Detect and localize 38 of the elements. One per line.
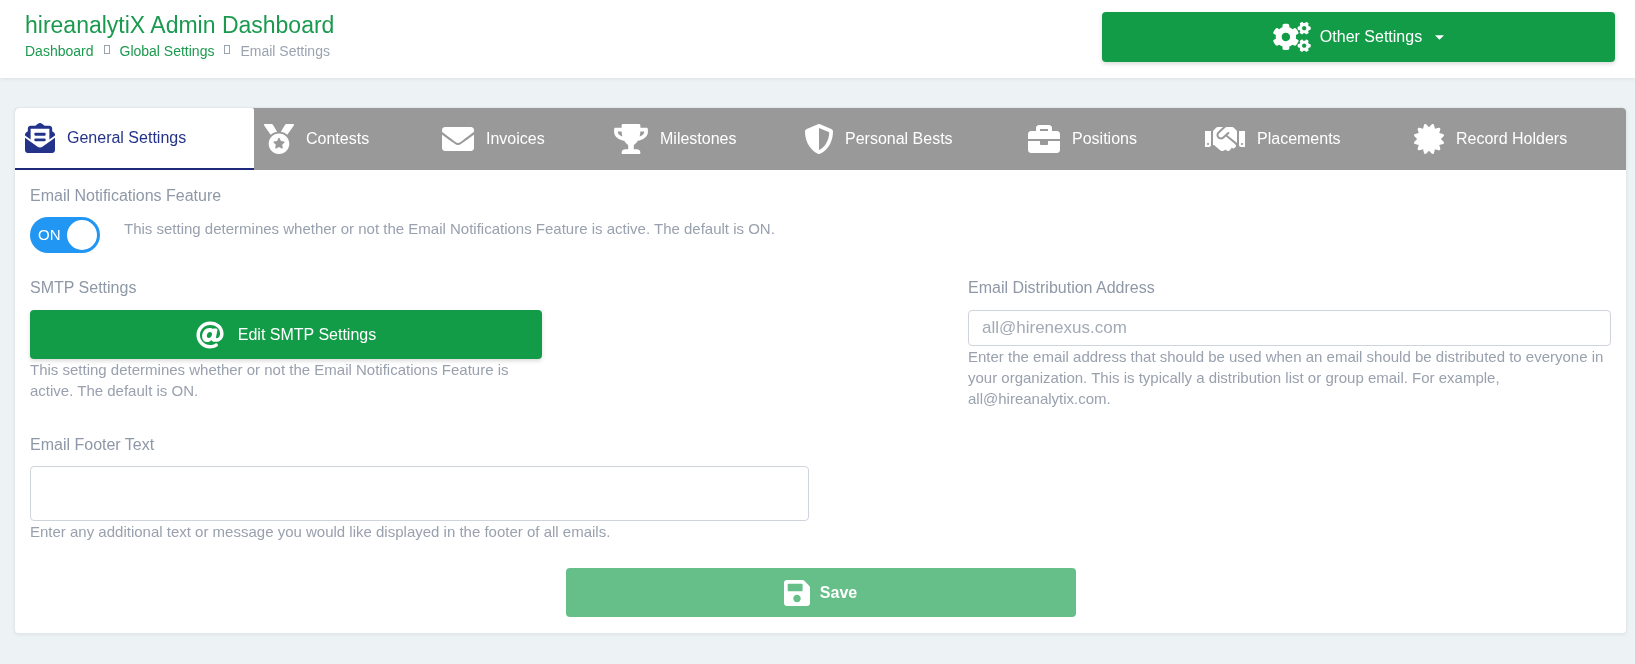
field-label: Email Distribution Address <box>968 278 1156 298</box>
shield-icon <box>805 124 833 154</box>
medal-icon <box>264 124 294 154</box>
tab[interactable]: Milestones <box>604 108 795 170</box>
help-text: This setting determines whether or not the Email Notifications Feature is active. The default is ON. <box>124 219 775 239</box>
gears-icon <box>1272 22 1311 52</box>
caret-icon <box>1435 34 1445 40</box>
at-sign-icon <box>195 320 224 349</box>
breadcrumb-current: Email Settings <box>240 42 330 61</box>
tab[interactable]: Contests <box>254 108 432 170</box>
email-input[interactable]: all@hirenexus.com <box>968 310 1611 346</box>
breadcrumb-link[interactable]: Global Settings <box>119 41 215 61</box>
field-label: SMTP Settings <box>30 278 138 298</box>
handshake-icon <box>1205 127 1245 151</box>
breadcrumb-separator-icon <box>224 44 231 54</box>
envelope-letter-icon <box>25 123 55 153</box>
toggle-switch[interactable]: ON <box>30 217 100 253</box>
other-settings-button[interactable]: Other Settings <box>1102 12 1615 62</box>
edit-smtp-button[interactable]: Edit SMTP Settings <box>30 310 542 359</box>
help-text: Enter any additional text or message you would like displayed in the footer of all emails. <box>30 522 612 542</box>
trophy-icon <box>614 124 648 154</box>
page-title: hireanalytiX Admin Dashboard <box>25 11 335 39</box>
tab[interactable]: Record Holders <box>1404 108 1628 170</box>
field-label: Email Footer Text <box>30 435 156 455</box>
help-text: This setting determines whether or not the Email Notifications Feature is active. The default is ON. <box>30 360 510 401</box>
footer-text-input[interactable] <box>30 466 809 521</box>
briefcase-icon <box>1028 125 1060 153</box>
breadcrumb-link[interactable]: Dashboard <box>25 41 94 61</box>
seal-icon <box>1414 124 1444 154</box>
tab[interactable]: Placements <box>1195 108 1404 170</box>
envelope-icon <box>442 127 474 151</box>
tab[interactable]: Invoices <box>432 108 604 170</box>
field-label: Email Notifications Feature <box>30 186 223 206</box>
tab[interactable]: General Settings <box>15 108 254 170</box>
breadcrumb-separator-icon <box>103 44 110 54</box>
tab[interactable]: Positions <box>1018 108 1195 170</box>
tab[interactable]: Personal Bests <box>795 108 1018 170</box>
help-text: Enter the email address that should be used when an email should be distributed to everyone in your organization. This is typically a distribution list or group email. For example, all@hireanalytix.com. <box>968 347 1605 409</box>
